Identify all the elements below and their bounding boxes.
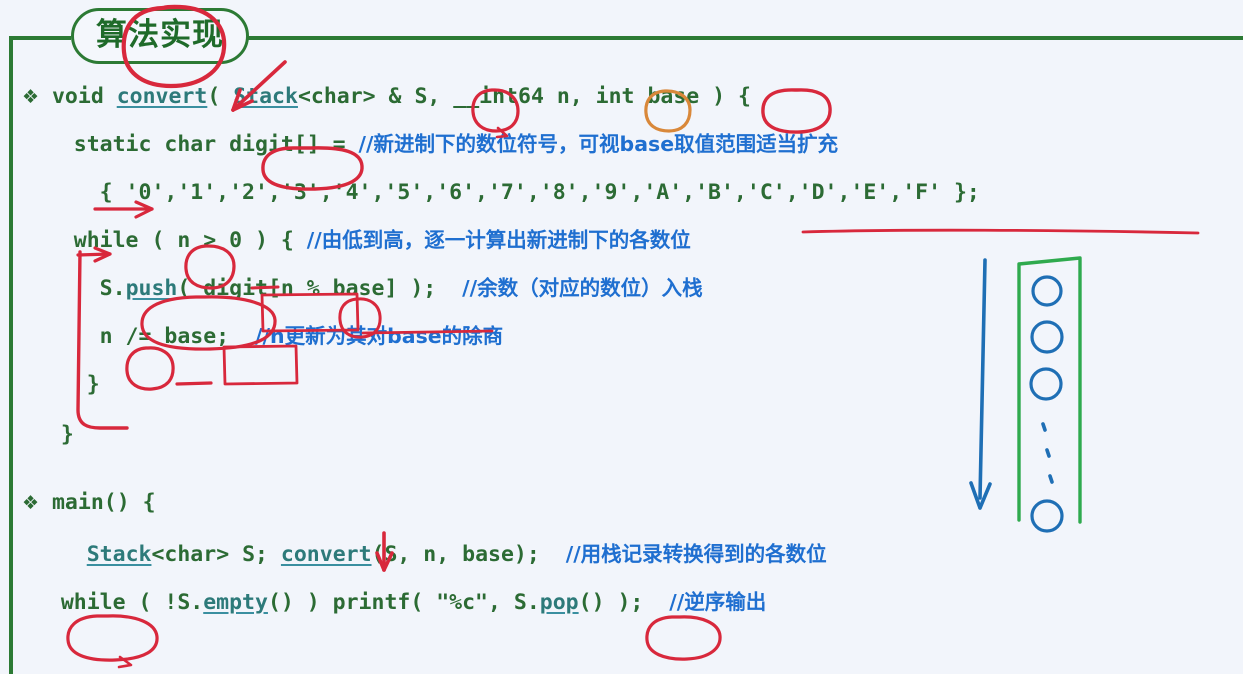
push-identifier: push — [125, 276, 178, 301]
frame-left-border — [9, 36, 13, 674]
comment-record-digits: //用栈记录转换得到的各数位 — [565, 542, 827, 566]
comment-update-n: //n更新为其对base的除商 — [255, 324, 504, 348]
convert-identifier: convert — [116, 84, 208, 109]
page-title: 算法实现 — [96, 17, 224, 53]
bullet-icon: ❖ — [22, 86, 40, 108]
code-line-divide: n /= base; //n更新为其对base的除商 — [22, 324, 504, 349]
close-while-brace: } — [22, 372, 100, 397]
bullet-icon-main: ❖ — [22, 492, 40, 514]
pop-identifier: pop — [539, 590, 579, 615]
frame-top-right-border — [248, 36, 1243, 40]
comment-reverse-output: //逆序输出 — [669, 590, 767, 614]
code-line-main-while: while ( !S.empty() ) printf( "%c", S.pop… — [22, 590, 767, 615]
comment-low-to-high: //由低到高，逐一计算出新进制下的各数位 — [306, 228, 691, 252]
code-line-main-call: Stack<char> S; convert(S, n, base); //用栈… — [86, 542, 827, 567]
comment-remainder-push: //余数（对应的数位）入栈 — [462, 276, 703, 300]
code-line-close-while: } — [22, 374, 100, 396]
frame-corner — [9, 36, 23, 50]
stack-identifier-main: Stack — [86, 542, 152, 567]
code-line-signature: ❖ void convert( Stack<char> & S, __int64… — [22, 84, 751, 109]
code-block: ❖ void convert( Stack<char> & S, __int64… — [22, 86, 1232, 674]
code-line-push: S.push( digit[n % base] ); //余数（对应的数位）入栈 — [22, 276, 703, 301]
digit-array-literal: { '0','1','2','3','4','5','6','7','8','9… — [22, 180, 980, 205]
close-func-brace: } — [22, 422, 74, 447]
empty-identifier: empty — [203, 590, 268, 615]
code-line-while: while ( n > 0 ) { //由低到高，逐一计算出新进制下的各数位 — [22, 228, 691, 253]
stack-identifier: Stack — [233, 84, 298, 109]
comment-digit-symbols: //新进制下的数位符号，可视base取值范围适当扩充 — [358, 132, 839, 156]
code-line-close-func: } — [22, 424, 74, 446]
slide-canvas: 算法实现 ❖ void convert( Stack<char> & S, __… — [0, 0, 1243, 674]
code-line-static-digit: static char digit[] = //新进制下的数位符号，可视base… — [22, 132, 839, 157]
code-line-main: ❖ main() { — [22, 490, 156, 515]
convert-call-identifier: convert — [280, 542, 372, 567]
code-line-digit-array: { '0','1','2','3','4','5','6','7','8','9… — [22, 182, 980, 204]
